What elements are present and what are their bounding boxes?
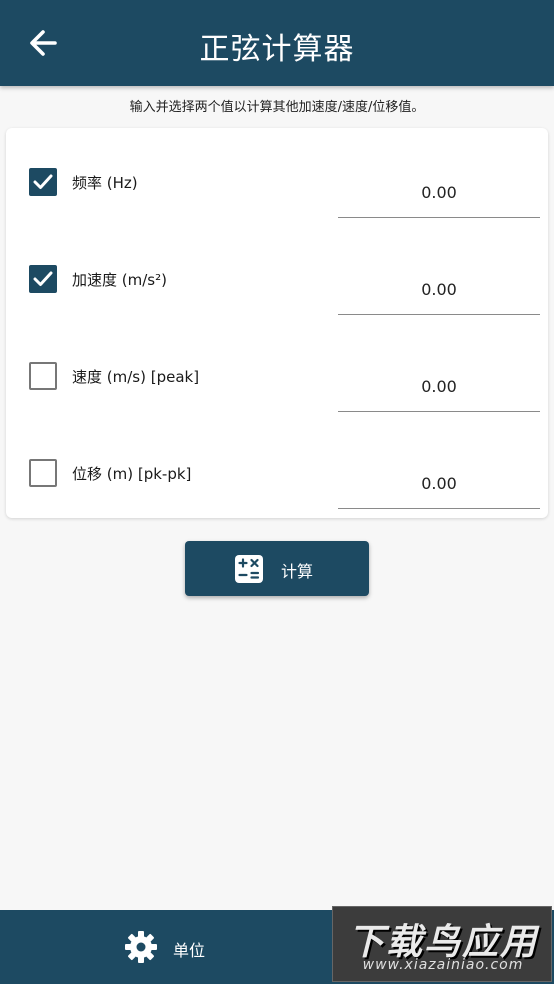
velocity-checkbox[interactable]	[29, 362, 57, 390]
frequency-checkbox[interactable]	[29, 168, 57, 196]
instruction-text: 输入并选择两个值以计算其他加速度/速度/位移值。	[129, 100, 425, 115]
watermark-url: www.xiazainiao.com	[362, 957, 524, 973]
velocity-row: 速度 (m/s) [peak] 0.00	[6, 322, 548, 419]
acceleration-row: 加速度 (m/s²) 0.00	[6, 225, 548, 322]
velocity-label: 速度 (m/s) [peak]	[72, 368, 200, 386]
calculator-icon	[235, 555, 263, 583]
calculate-label: 计算	[281, 562, 314, 581]
frequency-row: 频率 (Hz) 0.00	[6, 128, 548, 225]
check-icon	[33, 271, 53, 286]
watermark: 下载鸟应用 www.xiazainiao.com	[332, 906, 552, 982]
frequency-value: 0.00	[421, 183, 457, 202]
app-bar: 正弦计算器	[0, 0, 554, 86]
displacement-value: 0.00	[421, 474, 457, 493]
acceleration-label: 加速度 (m/s²)	[72, 271, 167, 289]
frequency-label: 频率 (Hz)	[72, 174, 138, 192]
check-icon	[33, 174, 53, 189]
gear-icon	[125, 931, 157, 963]
acceleration-checkbox[interactable]	[29, 265, 57, 293]
frequency-input[interactable]: 0.00	[338, 172, 540, 218]
displacement-input[interactable]: 0.00	[338, 463, 540, 509]
calculate-button[interactable]: 计算	[185, 541, 369, 596]
units-tab[interactable]: 单位	[0, 910, 277, 984]
page-title: 正弦计算器	[199, 32, 355, 67]
displacement-checkbox[interactable]	[29, 459, 57, 487]
units-label: 单位	[173, 941, 206, 960]
velocity-value: 0.00	[421, 377, 457, 396]
acceleration-input[interactable]: 0.00	[338, 269, 540, 315]
displacement-row: 位移 (m) [pk-pk] 0.00	[6, 419, 548, 516]
displacement-label: 位移 (m) [pk-pk]	[72, 465, 192, 483]
input-card: 频率 (Hz) 0.00 加速度 (m/s²) 0.00 速度 (m/s) [p…	[6, 128, 548, 518]
velocity-input[interactable]: 0.00	[338, 366, 540, 412]
acceleration-value: 0.00	[421, 280, 457, 299]
